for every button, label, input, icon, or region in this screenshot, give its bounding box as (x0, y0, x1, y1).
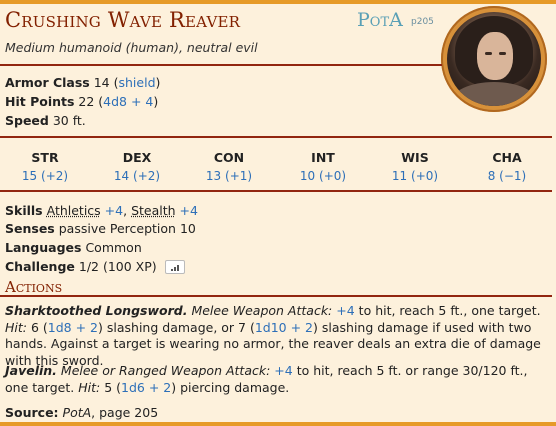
source-row: Source: PotA, page 205 (5, 405, 158, 420)
bottom-border (0, 422, 556, 426)
hit-dice-roller[interactable]: 4d8 + 4 (103, 94, 153, 109)
languages-label: Languages (5, 240, 82, 255)
source-page-number: p205 (411, 17, 434, 27)
portrait-eye-right (499, 52, 506, 55)
ability-name: WIS (401, 150, 429, 165)
shield-link[interactable]: shield (119, 75, 156, 90)
action-text: to hit, reach 5 ft., one target. (358, 303, 541, 318)
attack-type: Melee Weapon Attack: (191, 303, 333, 318)
ability-name: STR (31, 150, 59, 165)
armor-class-value: 14 (93, 75, 110, 90)
ability-name: DEX (122, 150, 152, 165)
action-name: Sharktoothed Longsword. (5, 303, 188, 318)
divider (0, 190, 552, 192)
challenge-row: Challenge 1/2 (100 XP) (5, 259, 185, 275)
cr-scaler-button[interactable] (164, 259, 185, 274)
action-sharktoothed-longsword: Sharktoothed Longsword. Melee Weapon Att… (5, 303, 541, 368)
hit-label: Hit: (78, 379, 101, 395)
senses-label: Senses (5, 221, 55, 236)
speed-label: Speed (5, 113, 49, 128)
attack-bonus-roller[interactable]: +4 (336, 303, 354, 318)
portrait-eye-left (485, 52, 492, 55)
speed-row: Speed 30 ft. (5, 113, 86, 128)
signal-bar-3 (176, 264, 179, 271)
creature-token-image[interactable] (441, 6, 547, 112)
ability-score-roller[interactable]: 10 (+0) (293, 169, 353, 183)
skill-stealth-roller[interactable]: +4 (180, 203, 198, 218)
source-page-text: , page 205 (91, 405, 159, 420)
speed-value: 30 ft. (52, 113, 86, 128)
skill-athletics-roller[interactable]: +4 (105, 203, 123, 218)
languages-row: Languages Common (5, 240, 142, 255)
ability-score-roller[interactable]: 14 (+2) (107, 169, 167, 183)
hit-points-value: 22 (78, 94, 95, 109)
ability-score-roller[interactable]: 15 (+2) (15, 169, 75, 183)
challenge-value: 1/2 (100 XP) (78, 259, 157, 274)
ability-name: CON (213, 150, 245, 165)
hit-label: Hit: (5, 319, 27, 335)
action-name: Javelin. (5, 363, 57, 378)
armor-class-label: Armor Class (5, 75, 90, 90)
action-text: slashing damage, or 7 (106, 319, 246, 335)
hit-points-row: Hit Points 22 (4d8 + 4) (5, 94, 159, 109)
ability-name: INT (311, 150, 335, 165)
ability-score-roller[interactable]: 11 (+0) (385, 169, 445, 183)
action-text: piercing damage. (180, 379, 290, 395)
source-abbreviation-link[interactable]: PotA (357, 9, 403, 31)
languages-value: Common (85, 240, 142, 255)
damage-roller-two-handed[interactable]: 1d10 + 2 (255, 320, 313, 335)
source-book: PotA (62, 405, 92, 420)
ability-name: CHA (492, 150, 522, 165)
actions-heading: Actions (5, 278, 63, 296)
damage-roller[interactable]: 1d8 + 2 (48, 320, 98, 335)
creature-type-alignment: Medium humanoid (human), neutral evil (5, 40, 258, 55)
hit-points-label: Hit Points (5, 94, 75, 109)
ability-score-roller[interactable]: 8 (−1) (477, 169, 537, 183)
portrait-shoulders (451, 82, 537, 106)
ability-score-roller[interactable]: 13 (+1) (199, 169, 259, 183)
creature-name: Crushing Wave Reaver (5, 8, 241, 32)
attack-type: Melee or Ranged Weapon Attack: (60, 363, 271, 378)
damage-roller[interactable]: 1d6 + 2 (121, 380, 171, 395)
divider (0, 64, 442, 66)
skills-label: Skills (5, 203, 43, 218)
portrait-face (477, 32, 513, 80)
attack-bonus-roller[interactable]: +4 (274, 363, 292, 378)
signal-bar-2 (173, 266, 176, 271)
top-border (0, 0, 556, 4)
source-label: Source: (5, 405, 59, 420)
action-text: target. (32, 379, 75, 395)
divider (0, 136, 552, 138)
skill-athletics-link[interactable]: Athletics (47, 203, 101, 218)
token-portrait (447, 12, 541, 106)
damage-average: 6 (30, 319, 39, 335)
skill-stealth-link[interactable]: Stealth (131, 203, 175, 218)
senses-value: passive Perception 10 (58, 221, 196, 236)
challenge-label: Challenge (5, 259, 75, 274)
damage-average: 5 (104, 379, 113, 395)
signal-bar-1 (170, 268, 173, 271)
armor-class-row: Armor Class 14 (shield) (5, 75, 161, 90)
senses-row: Senses passive Perception 10 (5, 221, 196, 236)
action-javelin: Javelin. Melee or Ranged Weapon Attack: … (5, 363, 528, 395)
divider (0, 295, 552, 297)
skills-row: Skills Athletics +4, Stealth +4 (5, 203, 198, 218)
